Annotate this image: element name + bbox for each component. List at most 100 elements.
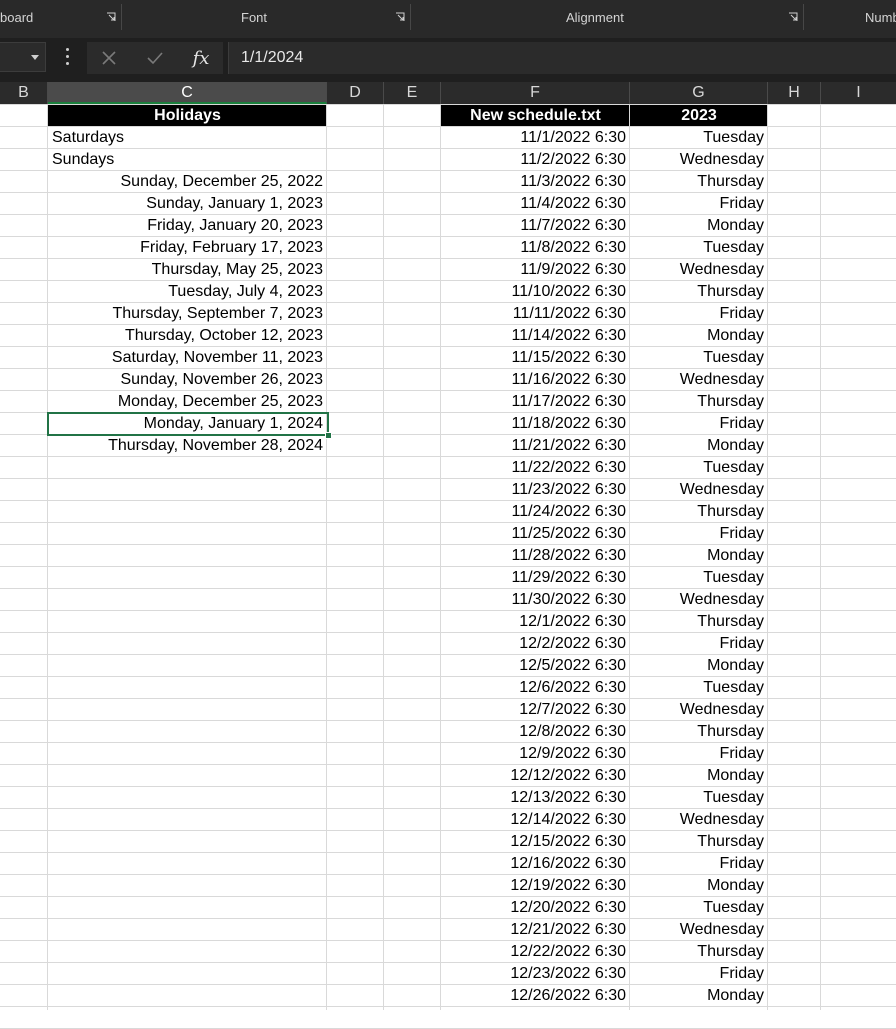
- schedule-weekday-cell[interactable]: Monday: [630, 545, 768, 567]
- schedule-datetime-cell[interactable]: 12/22/2022 6:30: [441, 941, 630, 963]
- schedule-datetime-cell[interactable]: 11/1/2022 6:30: [441, 127, 630, 149]
- holiday-cell[interactable]: Monday, December 25, 2023: [48, 391, 327, 413]
- schedule-weekday-cell[interactable]: Friday: [630, 633, 768, 655]
- schedule-datetime-cell[interactable]: 12/16/2022 6:30: [441, 853, 630, 875]
- schedule-weekday-cell[interactable]: Friday: [630, 963, 768, 985]
- schedule-datetime-cell[interactable]: 11/15/2022 6:30: [441, 347, 630, 369]
- name-box[interactable]: [0, 42, 46, 72]
- holiday-cell[interactable]: Thursday, May 25, 2023: [48, 259, 327, 281]
- schedule-weekday-cell[interactable]: Wednesday: [630, 479, 768, 501]
- schedule-weekday-cell[interactable]: Friday: [630, 743, 768, 765]
- holiday-cell[interactable]: Thursday, November 28, 2024: [48, 435, 327, 457]
- schedule-weekday-cell[interactable]: Wednesday: [630, 809, 768, 831]
- column-header-c[interactable]: C: [48, 82, 327, 104]
- holiday-cell[interactable]: Sunday, December 25, 2022: [48, 171, 327, 193]
- holiday-cell[interactable]: Sunday, January 1, 2023: [48, 193, 327, 215]
- schedule-weekday-cell[interactable]: Monday: [630, 435, 768, 457]
- schedule-weekday-cell[interactable]: Tuesday: [630, 347, 768, 369]
- schedule-weekday-cell[interactable]: Friday: [630, 303, 768, 325]
- holiday-cell[interactable]: Saturday, November 11, 2023: [48, 347, 327, 369]
- schedule-datetime-cell[interactable]: 11/14/2022 6:30: [441, 325, 630, 347]
- schedule-datetime-cell[interactable]: 12/8/2022 6:30: [441, 721, 630, 743]
- schedule-datetime-cell[interactable]: 11/24/2022 6:30: [441, 501, 630, 523]
- schedule-datetime-cell[interactable]: 12/19/2022 6:30: [441, 875, 630, 897]
- schedule-weekday-cell[interactable]: Friday: [630, 193, 768, 215]
- alignment-launcher-icon[interactable]: [788, 12, 798, 22]
- schedule-weekday-cell[interactable]: Tuesday: [630, 237, 768, 259]
- schedule-datetime-cell[interactable]: 12/6/2022 6:30: [441, 677, 630, 699]
- schedule-datetime-cell[interactable]: 12/14/2022 6:30: [441, 809, 630, 831]
- schedule-header[interactable]: New schedule.txt: [441, 105, 630, 126]
- schedule-datetime-cell[interactable]: 12/1/2022 6:30: [441, 611, 630, 633]
- schedule-datetime-cell[interactable]: 12/23/2022 6:30: [441, 963, 630, 985]
- schedule-weekday-cell[interactable]: Thursday: [630, 721, 768, 743]
- schedule-weekday-cell[interactable]: Friday: [630, 523, 768, 545]
- schedule-datetime-cell[interactable]: 12/15/2022 6:30: [441, 831, 630, 853]
- schedule-weekday-cell[interactable]: Thursday: [630, 941, 768, 963]
- schedule-weekday-cell[interactable]: Wednesday: [630, 369, 768, 391]
- column-header-f[interactable]: F: [441, 82, 630, 104]
- schedule-weekday-cell[interactable]: Friday: [630, 413, 768, 435]
- schedule-weekday-cell[interactable]: Tuesday: [630, 897, 768, 919]
- formula-input[interactable]: 1/1/2024: [228, 42, 896, 74]
- schedule-datetime-cell[interactable]: 11/17/2022 6:30: [441, 391, 630, 413]
- holidays-header[interactable]: Holidays: [48, 105, 327, 126]
- schedule-datetime-cell[interactable]: 11/10/2022 6:30: [441, 281, 630, 303]
- fill-handle[interactable]: [325, 432, 332, 439]
- schedule-datetime-cell[interactable]: 11/22/2022 6:30: [441, 457, 630, 479]
- schedule-weekday-cell[interactable]: Tuesday: [630, 457, 768, 479]
- insert-function-button[interactable]: fx: [179, 42, 223, 74]
- schedule-datetime-cell[interactable]: 12/2/2022 6:30: [441, 633, 630, 655]
- holiday-cell[interactable]: Friday, February 17, 2023: [48, 237, 327, 259]
- ribbon-group-alignment[interactable]: Alignment: [566, 0, 624, 34]
- schedule-datetime-cell[interactable]: 12/5/2022 6:30: [441, 655, 630, 677]
- schedule-datetime-cell[interactable]: 12/12/2022 6:30: [441, 765, 630, 787]
- schedule-weekday-cell[interactable]: Monday: [630, 765, 768, 787]
- schedule-weekday-cell[interactable]: Wednesday: [630, 149, 768, 171]
- schedule-weekday-cell[interactable]: Wednesday: [630, 589, 768, 611]
- column-header-b[interactable]: B: [0, 82, 48, 104]
- worksheet-grid[interactable]: Holidays New schedule.txt 2023 Saturdays…: [0, 104, 896, 1029]
- schedule-datetime-cell[interactable]: 11/16/2022 6:30: [441, 369, 630, 391]
- holiday-cell[interactable]: Thursday, September 7, 2023: [48, 303, 327, 325]
- schedule-datetime-cell[interactable]: 11/23/2022 6:30: [441, 479, 630, 501]
- schedule-weekday-cell[interactable]: Monday: [630, 215, 768, 237]
- ribbon-group-font[interactable]: Font: [241, 0, 267, 34]
- holiday-cell[interactable]: Tuesday, July 4, 2023: [48, 281, 327, 303]
- schedule-datetime-cell[interactable]: 11/9/2022 6:30: [441, 259, 630, 281]
- schedule-datetime-cell[interactable]: 11/7/2022 6:30: [441, 215, 630, 237]
- schedule-weekday-cell[interactable]: Tuesday: [630, 127, 768, 149]
- chevron-down-icon[interactable]: [31, 55, 39, 60]
- schedule-weekday-cell[interactable]: Thursday: [630, 611, 768, 633]
- clipboard-launcher-icon[interactable]: [106, 12, 116, 22]
- schedule-weekday-cell[interactable]: Wednesday: [630, 919, 768, 941]
- column-header-e[interactable]: E: [384, 82, 441, 104]
- schedule-datetime-cell[interactable]: 11/25/2022 6:30: [441, 523, 630, 545]
- schedule-datetime-cell[interactable]: 12/21/2022 6:30: [441, 919, 630, 941]
- schedule-weekday-cell[interactable]: Tuesday: [630, 787, 768, 809]
- year-header[interactable]: 2023: [630, 105, 768, 126]
- schedule-datetime-cell[interactable]: 11/8/2022 6:30: [441, 237, 630, 259]
- holiday-cell[interactable]: Friday, January 20, 2023: [48, 215, 327, 237]
- schedule-weekday-cell[interactable]: Tuesday: [630, 567, 768, 589]
- schedule-weekday-cell[interactable]: Thursday: [630, 831, 768, 853]
- column-header-g[interactable]: G: [630, 82, 768, 104]
- column-header-i[interactable]: I: [821, 82, 896, 104]
- schedule-weekday-cell[interactable]: Thursday: [630, 501, 768, 523]
- schedule-weekday-cell[interactable]: Monday: [630, 985, 768, 1007]
- schedule-datetime-cell[interactable]: 11/2/2022 6:30: [441, 149, 630, 171]
- schedule-datetime-cell[interactable]: 12/26/2022 6:30: [441, 985, 630, 1007]
- schedule-weekday-cell[interactable]: Wednesday: [630, 259, 768, 281]
- schedule-datetime-cell[interactable]: 12/13/2022 6:30: [441, 787, 630, 809]
- schedule-datetime-cell[interactable]: 11/18/2022 6:30: [441, 413, 630, 435]
- holiday-cell[interactable]: Thursday, October 12, 2023: [48, 325, 327, 347]
- schedule-datetime-cell[interactable]: 12/9/2022 6:30: [441, 743, 630, 765]
- schedule-weekday-cell[interactable]: Monday: [630, 655, 768, 677]
- schedule-datetime-cell[interactable]: 11/21/2022 6:30: [441, 435, 630, 457]
- schedule-datetime-cell[interactable]: 11/4/2022 6:30: [441, 193, 630, 215]
- schedule-datetime-cell[interactable]: 11/30/2022 6:30: [441, 589, 630, 611]
- holiday-cell[interactable]: Sunday, November 26, 2023: [48, 369, 327, 391]
- column-header-h[interactable]: H: [768, 82, 821, 104]
- cancel-button[interactable]: [87, 42, 131, 74]
- schedule-datetime-cell[interactable]: 11/28/2022 6:30: [441, 545, 630, 567]
